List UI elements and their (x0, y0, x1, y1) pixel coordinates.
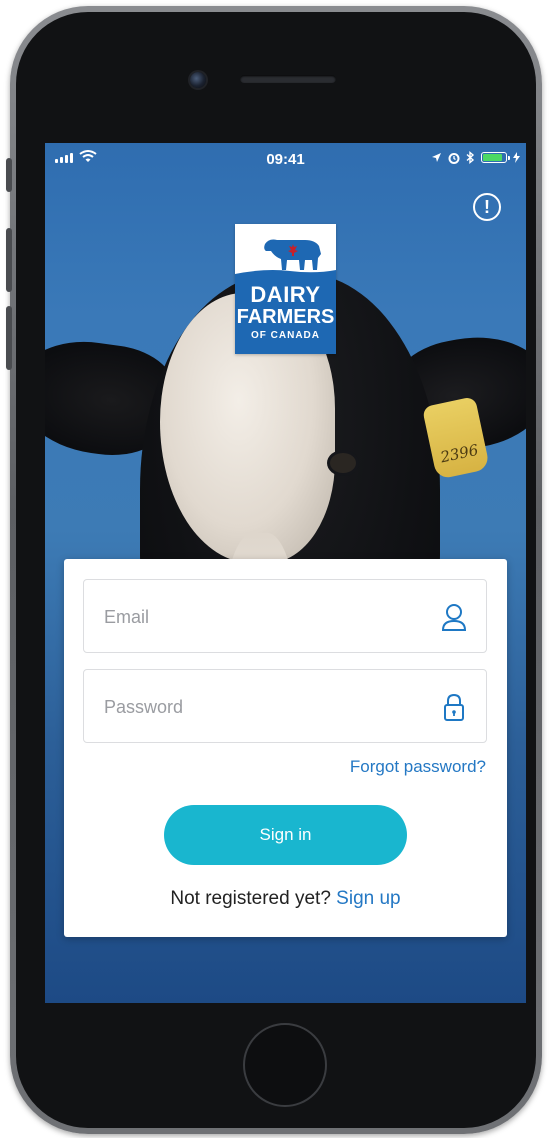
alarm-icon (448, 152, 460, 164)
home-button[interactable] (243, 1023, 327, 1107)
earpiece-speaker (240, 75, 336, 83)
info-circle-icon[interactable]: ! (473, 193, 501, 221)
battery-icon (481, 152, 510, 163)
location-arrow-icon (432, 153, 441, 162)
not-registered-text: Not registered yet? (170, 888, 331, 909)
email-field[interactable] (83, 579, 487, 654)
sign-in-button[interactable]: Sign in (164, 805, 407, 865)
info-symbol: ! (484, 196, 490, 217)
password-field[interactable] (83, 669, 487, 744)
front-camera (190, 72, 206, 88)
volume-up-button (6, 228, 12, 292)
cow-eye (330, 453, 356, 473)
sign-up-link[interactable]: Sign up (336, 888, 400, 909)
lock-icon (444, 693, 464, 721)
logo-cow-panel (235, 224, 336, 280)
volume-down-button (6, 306, 12, 370)
status-bar: 09:41 (45, 143, 526, 177)
forgot-password-link[interactable]: Forgot password? (350, 757, 486, 777)
battery-tip (508, 156, 510, 160)
logo-line-dairy: DAIRY (250, 282, 321, 307)
bluetooth-icon (466, 151, 475, 164)
login-card: Forgot password? Sign in Not registered … (64, 559, 507, 937)
charging-bolt-icon (513, 152, 520, 163)
password-input[interactable] (102, 670, 426, 744)
cow-silhouette-icon (235, 239, 336, 280)
logo-line-of-canada: OF CANADA (251, 330, 320, 341)
email-input[interactable] (102, 580, 426, 654)
app-screen: 2396 09:41 ! DAIRY FARMERS OF CANADA Ema… (45, 143, 526, 1003)
logo-line-farmers: FARMERS (236, 306, 335, 328)
register-row: Not registered yet? Sign up (64, 888, 507, 910)
dairy-farmers-logo: DAIRY FARMERS OF CANADA (235, 224, 336, 354)
ear-tag-number: 2396 (438, 440, 480, 467)
user-icon (441, 604, 467, 631)
status-right-group (431, 151, 520, 164)
battery-level-fill (483, 154, 503, 161)
mute-switch (6, 158, 12, 192)
